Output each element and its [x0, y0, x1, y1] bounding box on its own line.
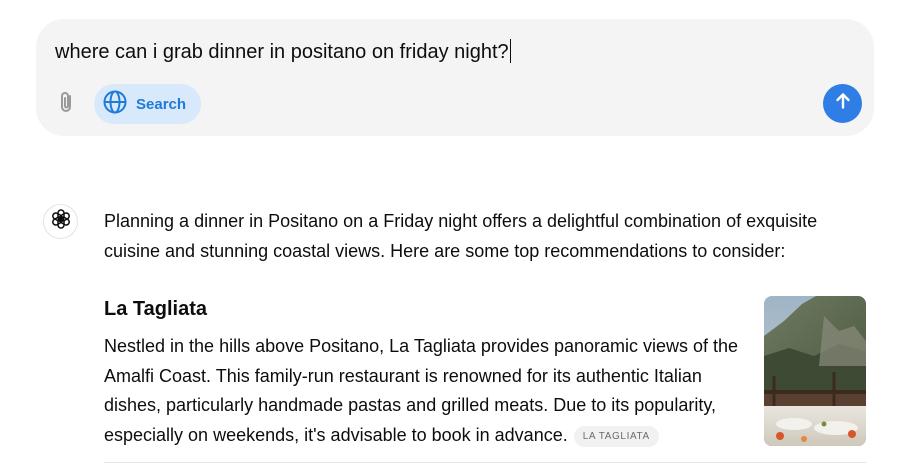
message-composer[interactable]: where can i grab dinner in positano on f…: [36, 19, 874, 136]
arrow-up-icon: [834, 92, 852, 115]
paperclip-icon: [56, 90, 78, 119]
restaurant-description: Nestled in the hills above Positano, La …: [104, 332, 754, 450]
assistant-intro-text: Planning a dinner in Positano on a Frida…: [104, 211, 818, 261]
search-toggle-label: Search: [136, 95, 187, 113]
restaurant-thumbnail-image[interactable]: [764, 296, 866, 446]
restaurant-entry: La Tagliata Nestled in the hills above P…: [104, 295, 754, 450]
assistant-message: Planning a dinner in Positano on a Frida…: [104, 207, 864, 447]
send-button[interactable]: [823, 84, 862, 123]
restaurant-name: La Tagliata: [104, 298, 207, 320]
message-input-text: where can i grab dinner in positano on f…: [55, 41, 509, 63]
text-caret: [509, 39, 512, 63]
search-toggle-button[interactable]: Search: [94, 84, 202, 124]
attach-button[interactable]: [54, 91, 80, 117]
section-divider: [104, 462, 866, 463]
assistant-avatar: [43, 204, 78, 239]
globe-icon: [102, 89, 128, 119]
source-citation-chip[interactable]: LA TAGLIATA: [573, 425, 659, 447]
openai-logo-icon: [50, 208, 72, 235]
message-input[interactable]: where can i grab dinner in positano on f…: [55, 39, 512, 64]
